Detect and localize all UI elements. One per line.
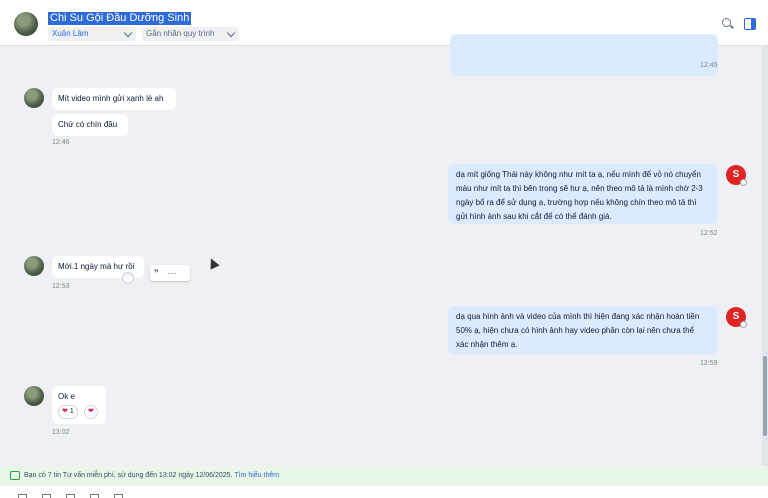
shop-avatar-glyph: S: [732, 169, 740, 180]
composer-toolbar: [0, 486, 768, 498]
react-button[interactable]: ❤: [84, 405, 98, 419]
message-time: 13:02: [52, 429, 70, 436]
contact-avatar-small[interactable]: [24, 256, 44, 276]
mouse-cursor-icon: [206, 256, 220, 270]
search-icon[interactable]: [722, 18, 731, 27]
message-line: ngày bổ ra để sử dụng ạ, trường hợp nếu …: [456, 198, 697, 207]
outgoing-message[interactable]: dạ qua hình ảnh và video của mình thì hi…: [448, 306, 718, 354]
message-actions-toolbar[interactable]: ❞ ⋯: [150, 265, 190, 281]
tag-label: Gắn nhãn quy trình: [146, 29, 215, 38]
contact-name[interactable]: Chi Su Gội Đầu Dưỡng Sinh: [48, 12, 192, 25]
attach-icon[interactable]: [66, 494, 75, 498]
quote-icon[interactable]: ❞: [154, 268, 159, 278]
reaction-count: 1: [69, 408, 74, 415]
message-line: dạ mít giống Thái này không như mít ta ạ…: [456, 170, 701, 179]
heart-icon: ❤: [62, 408, 68, 415]
message-time: 12:46: [52, 139, 70, 146]
shop-avatar-glyph: S: [732, 311, 740, 322]
contact-avatar-small[interactable]: [24, 88, 44, 108]
contact-avatar-small[interactable]: [24, 386, 44, 406]
status-dot: [740, 321, 747, 328]
image-icon[interactable]: [42, 494, 51, 498]
incoming-message[interactable]: Ok e: [52, 386, 106, 424]
incoming-message[interactable]: Mít video mình gửi xanh lè ah: [52, 88, 176, 110]
assignee-dropdown[interactable]: Xuân Lâm: [48, 27, 136, 41]
more-tools-icon[interactable]: [114, 494, 123, 498]
heart-icon: ❤: [88, 408, 94, 415]
notice-text: Bạn có 7 tin Tư vấn miễn phí, sử dụng đế…: [24, 472, 233, 479]
side-panel-icon[interactable]: [744, 18, 756, 30]
message-line: dạ qua hình ảnh và video của mình thì hi…: [456, 312, 700, 321]
tag-dropdown[interactable]: Gắn nhãn quy trình: [142, 27, 239, 41]
contact-avatar[interactable]: [14, 12, 38, 36]
chat-bubble-icon: [10, 471, 20, 480]
reaction-summary[interactable]: ❤ 1: [58, 405, 78, 419]
message-line: gửi hình ảnh sau khi cắt để có thể đánh …: [456, 212, 612, 221]
scrollbar-thumb[interactable]: [763, 356, 767, 436]
message-text: Ok e: [58, 392, 75, 401]
message-line: màu như mít ta thì bên trong sẽ hư ạ, nê…: [456, 184, 703, 193]
free-message-notice: Bạn có 7 tin Tư vấn miễn phí, sử dụng đế…: [0, 466, 768, 486]
message-line: xác nhận thêm ạ.: [456, 340, 518, 349]
incoming-message[interactable]: Chứ có chín đâu: [52, 114, 128, 136]
chevron-down-icon: [226, 28, 236, 38]
message-line: 50% ạ, hiện chưa có hình ảnh hay video p…: [456, 326, 694, 335]
assignee-label: Xuân Lâm: [52, 29, 89, 38]
outgoing-message[interactable]: dạ mít giống Thái này không như mít ta ạ…: [448, 164, 718, 224]
message-time: 12:59: [700, 360, 718, 367]
scrollbar[interactable]: [762, 46, 768, 466]
sticker-icon[interactable]: [18, 494, 27, 498]
message-time: 12:52: [700, 230, 718, 237]
shop-avatar[interactable]: S: [726, 307, 747, 328]
chevron-down-icon: [123, 28, 133, 38]
outgoing-message[interactable]: [450, 34, 718, 76]
learn-more-link[interactable]: Tìm hiểu thêm: [234, 472, 279, 479]
message-time: 12:53: [52, 283, 70, 290]
heart-outline-icon[interactable]: ♡: [122, 272, 134, 284]
status-dot: [740, 179, 747, 186]
shop-avatar[interactable]: S: [726, 165, 747, 186]
screenshot-icon[interactable]: [90, 494, 99, 498]
message-time: 12:45: [700, 62, 718, 69]
more-icon[interactable]: ⋯: [167, 268, 176, 278]
